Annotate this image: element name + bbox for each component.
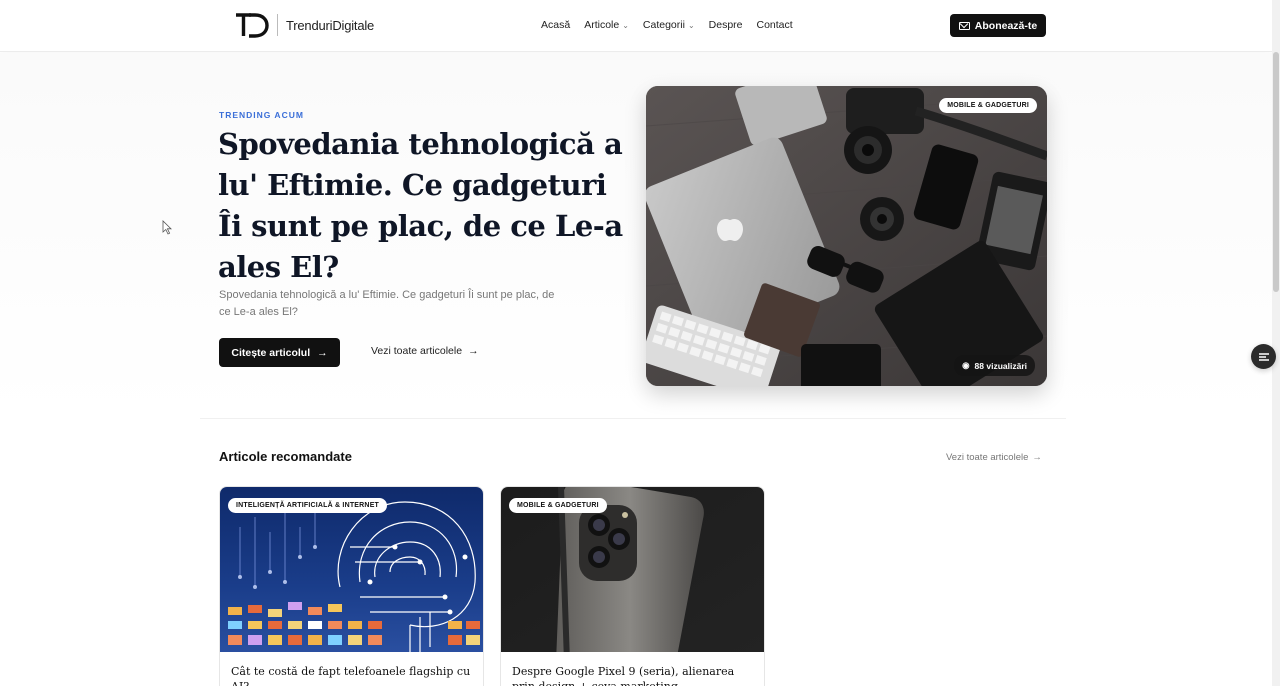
article-card[interactable]: MOBILE & GADGETURI Despre Google Pixel 9… xyxy=(500,486,765,686)
view-all-articles-link[interactable]: Vezi toate articolele → xyxy=(371,345,479,357)
arrow-right-icon: → xyxy=(317,346,328,359)
site-logo[interactable]: TrenduriDigitale xyxy=(235,12,374,38)
article-image: MOBILE & GADGETURI xyxy=(501,487,764,652)
nav-item-despre[interactable]: Despre xyxy=(709,19,743,31)
view-all-label: Vezi toate articolele xyxy=(371,345,463,357)
read-article-label: Citește articolul xyxy=(231,346,311,359)
nav-label: Acasă xyxy=(541,19,571,31)
hero-image[interactable]: MOBILE & GADGETURI ◉ 88 vizualizări xyxy=(646,86,1047,386)
gadgets-flatlay-image xyxy=(646,86,1047,386)
nav-item-categorii[interactable]: Categorii ⌄ xyxy=(643,19,695,31)
nav-label: Articole xyxy=(584,19,620,31)
article-image: INTELIGENȚĂ ARTIFICIALĂ & INTERNET xyxy=(220,487,483,652)
subscribe-label: Abonează-te xyxy=(974,19,1038,32)
envelope-icon xyxy=(958,21,970,30)
logo-mark-icon xyxy=(236,13,269,38)
section-divider xyxy=(200,418,1066,419)
nav-label: Categorii xyxy=(642,19,685,31)
recommended-view-all-link[interactable]: Vezi toate articolele → xyxy=(946,452,1042,463)
scrollbar-thumb[interactable] xyxy=(1273,52,1279,292)
mouse-cursor-icon xyxy=(162,220,172,235)
nav-item-articole[interactable]: Articole ⌄ xyxy=(584,19,629,31)
list-icon xyxy=(1258,352,1269,361)
chevron-down-icon: ⌄ xyxy=(687,20,695,30)
recommended-title: Articole recomandate xyxy=(219,449,352,464)
view-all-label: Vezi toate articolele xyxy=(946,452,1029,463)
main-nav: Acasă Articole ⌄ Categorii ⌄ Despre Contac… xyxy=(541,19,793,31)
article-card[interactable]: INTELIGENȚĂ ARTIFICIALĂ & INTERNET Cât t… xyxy=(219,486,484,686)
category-tag[interactable]: MOBILE & GADGETURI xyxy=(509,498,607,513)
hero-title[interactable]: Spovedania tehnologică a lu' Eftimie. Ce… xyxy=(218,124,638,288)
category-tag[interactable]: MOBILE & GADGETURI xyxy=(939,98,1037,113)
eye-icon: ◉ xyxy=(962,360,970,370)
chevron-down-icon: ⌄ xyxy=(622,20,629,30)
nav-label: Contact xyxy=(756,19,793,31)
read-article-button[interactable]: Citește articolul → xyxy=(219,338,340,367)
hero-description: Spovedania tehnologică a lu' Eftimie. Ce… xyxy=(219,289,555,318)
article-title[interactable]: Cât te costă de fapt telefoanele flagshi… xyxy=(231,664,471,686)
category-tag[interactable]: INTELIGENȚĂ ARTIFICIALĂ & INTERNET xyxy=(228,498,388,513)
hero-eyebrow: TRENDING ACUM xyxy=(219,110,304,120)
article-title[interactable]: Despre Google Pixel 9 (seria), alienarea… xyxy=(512,664,752,686)
site-header: TrenduriDigitale Acasă Articole ⌄ Categor… xyxy=(0,0,1272,52)
subscribe-button[interactable]: Abonează-te xyxy=(950,14,1046,37)
toc-floating-button[interactable] xyxy=(1251,344,1276,369)
scrollbar[interactable] xyxy=(1272,0,1280,686)
views-badge: ◉ 88 vizualizări xyxy=(954,355,1035,376)
arrow-right-icon: → xyxy=(1032,452,1042,463)
nav-label: Despre xyxy=(708,19,743,31)
arrow-right-icon: → xyxy=(468,345,479,357)
page: TrenduriDigitale Acasă Articole ⌄ Categor… xyxy=(0,0,1280,686)
nav-item-contact[interactable]: Contact xyxy=(757,19,793,31)
nav-item-acasa[interactable]: Acasă xyxy=(541,19,570,31)
logo-text: TrenduriDigitale xyxy=(286,17,375,33)
logo-divider xyxy=(277,14,278,36)
views-count: 88 vizualizări xyxy=(974,360,1027,371)
